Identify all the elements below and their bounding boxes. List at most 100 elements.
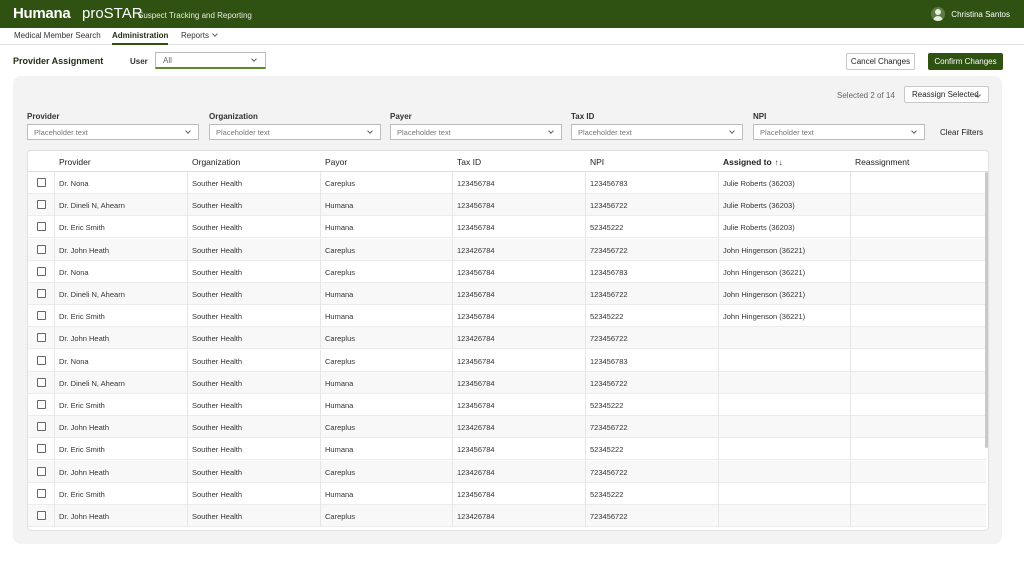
nav-item-reports[interactable]: Reports xyxy=(181,31,218,45)
table-row[interactable]: Dr. Dineli N, Ahearn Souther Health Humana… xyxy=(28,283,986,305)
column-divider xyxy=(187,283,188,305)
column-divider xyxy=(320,194,321,217)
cell-organization: Souther Health xyxy=(192,223,243,233)
column-divider xyxy=(187,505,188,527)
user-menu[interactable]: Christina Santos xyxy=(931,6,1010,22)
column-divider xyxy=(320,371,321,394)
cell-organization: Souther Health xyxy=(192,401,243,410)
cell-assigned-to: John Hingenson (36221) xyxy=(723,245,806,255)
cancel-changes-button[interactable]: Cancel Changes xyxy=(846,53,915,70)
row-checkbox[interactable] xyxy=(37,355,46,365)
column-divider xyxy=(54,172,55,194)
cell-organization: Souther Health xyxy=(192,467,243,477)
column-divider xyxy=(187,460,188,483)
humana-logo[interactable]: Humana xyxy=(13,5,71,22)
table-row[interactable]: Dr. Eric Smith Souther Health Humana 123456… xyxy=(28,394,986,416)
cell-payor: Humana xyxy=(325,378,354,388)
avatar-icon[interactable] xyxy=(931,7,946,21)
filter-label-organization: Organization xyxy=(209,112,258,121)
row-checkbox[interactable] xyxy=(37,311,46,321)
confirm-changes-button[interactable]: Confirm Changes xyxy=(928,53,1003,70)
table-row[interactable]: Dr. Nona Souther Health Careplus 123456784 1… xyxy=(28,349,986,372)
cell-payor: Careplus xyxy=(325,356,356,366)
column-divider xyxy=(54,327,55,350)
npi-filter-select[interactable]: Placeholder text xyxy=(753,124,925,140)
column-header-npi[interactable]: NPI xyxy=(590,157,604,167)
column-divider xyxy=(718,327,719,350)
row-checkbox[interactable] xyxy=(37,488,46,498)
provider-filter-select[interactable]: Placeholder text xyxy=(27,124,199,140)
table-row[interactable]: Dr. Eric Smith Souther Health Humana 123456… xyxy=(28,305,986,328)
row-checkbox[interactable] xyxy=(37,289,46,298)
column-header-provider[interactable]: Provider xyxy=(59,157,91,167)
user-filter-label: User xyxy=(130,57,148,66)
row-checkbox[interactable] xyxy=(37,377,46,387)
table-row[interactable]: Dr. Dineli N, Ahearn Souther Health Humana… xyxy=(28,194,986,217)
cell-organization: Souther Health xyxy=(192,179,243,188)
column-divider xyxy=(718,283,719,305)
column-divider xyxy=(54,371,55,394)
cell-tax-id: 123456784 xyxy=(457,356,495,366)
column-divider xyxy=(585,305,586,328)
column-divider xyxy=(718,438,719,461)
table-row[interactable]: Dr. Dineli N, Ahearn Souther Health Humana… xyxy=(28,371,986,394)
cell-npi: 123456783 xyxy=(590,179,628,188)
column-divider xyxy=(54,194,55,217)
row-checkbox[interactable] xyxy=(37,222,46,232)
table-row[interactable]: Dr. Eric Smith Souther Health Humana 123456… xyxy=(28,216,986,239)
column-header-payor[interactable]: Payor xyxy=(325,157,347,167)
row-checkbox[interactable] xyxy=(37,511,46,520)
row-checkbox[interactable] xyxy=(37,400,46,409)
table-row[interactable]: Dr. John Heath Souther Health Careplus 1234… xyxy=(28,416,986,439)
column-header-organization[interactable]: Organization xyxy=(192,157,240,167)
row-checkbox[interactable] xyxy=(37,422,46,432)
tax-id-filter-select[interactable]: Placeholder text xyxy=(571,124,743,140)
table-row[interactable]: Dr. John Heath Souther Health Careplus 1234… xyxy=(28,460,986,483)
clear-filters-link[interactable]: Clear Filters xyxy=(940,128,983,137)
nav-item-administration[interactable]: Administration xyxy=(112,31,169,45)
column-divider xyxy=(850,394,851,416)
chevron-down-icon xyxy=(251,56,257,62)
user-select[interactable]: All xyxy=(155,52,266,69)
row-checkbox[interactable] xyxy=(37,266,46,276)
row-checkbox[interactable] xyxy=(37,200,46,210)
column-divider xyxy=(320,260,321,283)
row-checkbox[interactable] xyxy=(37,178,46,187)
column-header-assigned-to[interactable]: Assigned to ↑↓ xyxy=(723,157,783,167)
top-bar: Humana proSTAR Suspect Tracking and Repo… xyxy=(0,0,1024,28)
row-checkbox[interactable] xyxy=(37,333,46,343)
table-row[interactable]: Dr. Eric Smith Souther Health Humana 123456… xyxy=(28,482,986,505)
column-divider xyxy=(718,505,719,527)
table-row[interactable]: Dr. Nona Souther Health Careplus 123456784 1… xyxy=(28,260,986,283)
column-header-tax-id[interactable]: Tax ID xyxy=(457,157,481,167)
reassign-selected-button[interactable]: Reassign Selected xyxy=(904,86,989,103)
column-divider xyxy=(585,238,586,261)
payer-filter-select[interactable]: Placeholder text xyxy=(390,124,562,140)
cell-organization: Souther Health xyxy=(192,245,243,255)
table-scrollbar[interactable] xyxy=(985,172,988,448)
filter-label-provider: Provider xyxy=(27,112,60,121)
column-divider xyxy=(187,394,188,416)
column-divider xyxy=(187,327,188,350)
cell-tax-id: 123456784 xyxy=(457,401,495,410)
table-row[interactable]: Dr. John Heath Souther Health Careplus 1234… xyxy=(28,327,986,350)
table-row[interactable]: Dr. John Heath Souther Health Careplus 1234… xyxy=(28,505,986,527)
cell-provider: Dr. John Heath xyxy=(59,423,110,433)
table-row[interactable]: Dr. John Heath Souther Health Careplus 1234… xyxy=(28,238,986,261)
user-name[interactable]: Christina Santos xyxy=(951,10,1010,19)
cell-payor: Humana xyxy=(325,201,354,211)
cell-npi: 123456722 xyxy=(590,290,628,299)
organization-filter-select[interactable]: Placeholder text xyxy=(209,124,381,140)
column-divider xyxy=(320,238,321,261)
row-checkbox[interactable] xyxy=(37,244,46,254)
nav-item-medical-member-search[interactable]: Medical Member Search xyxy=(14,31,101,45)
cell-assigned-to: Julie Roberts (36203) xyxy=(723,179,795,188)
table-row[interactable]: Dr. Eric Smith Souther Health Humana 123456… xyxy=(28,438,986,461)
cell-provider: Dr. Nona xyxy=(59,179,89,188)
sort-icon[interactable]: ↑↓ xyxy=(775,158,783,167)
table-row[interactable]: Dr. Nona Souther Health Careplus 123456784 1… xyxy=(28,172,986,194)
column-header-reassignment[interactable]: Reassignment xyxy=(855,157,909,167)
row-checkbox[interactable] xyxy=(37,466,46,476)
column-divider xyxy=(585,283,586,305)
row-checkbox[interactable] xyxy=(37,444,46,454)
